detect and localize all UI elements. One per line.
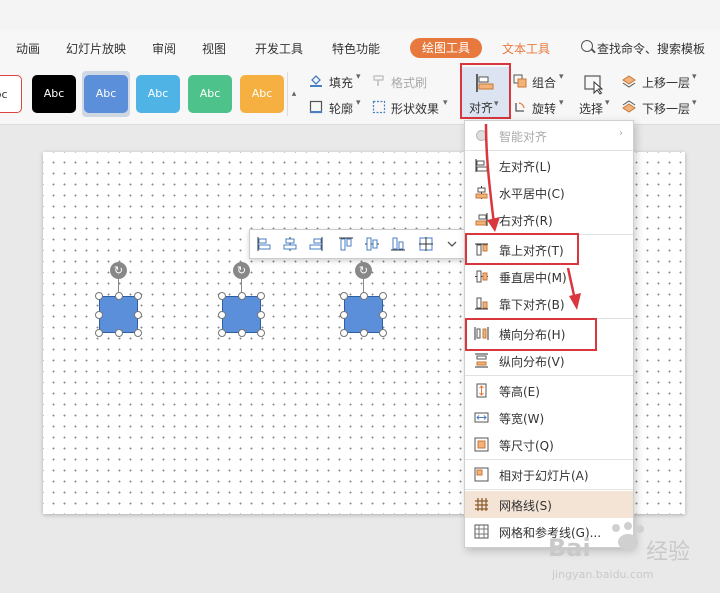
annotation-arrows [484,123,581,310]
watermark: Bai 经验 jingyan.baidu.com [548,522,714,586]
watermark-brand: Bai [548,534,591,562]
watermark-url: jingyan.baidu.com [552,568,654,581]
watermark-brand-suffix: 经验 [646,540,691,565]
